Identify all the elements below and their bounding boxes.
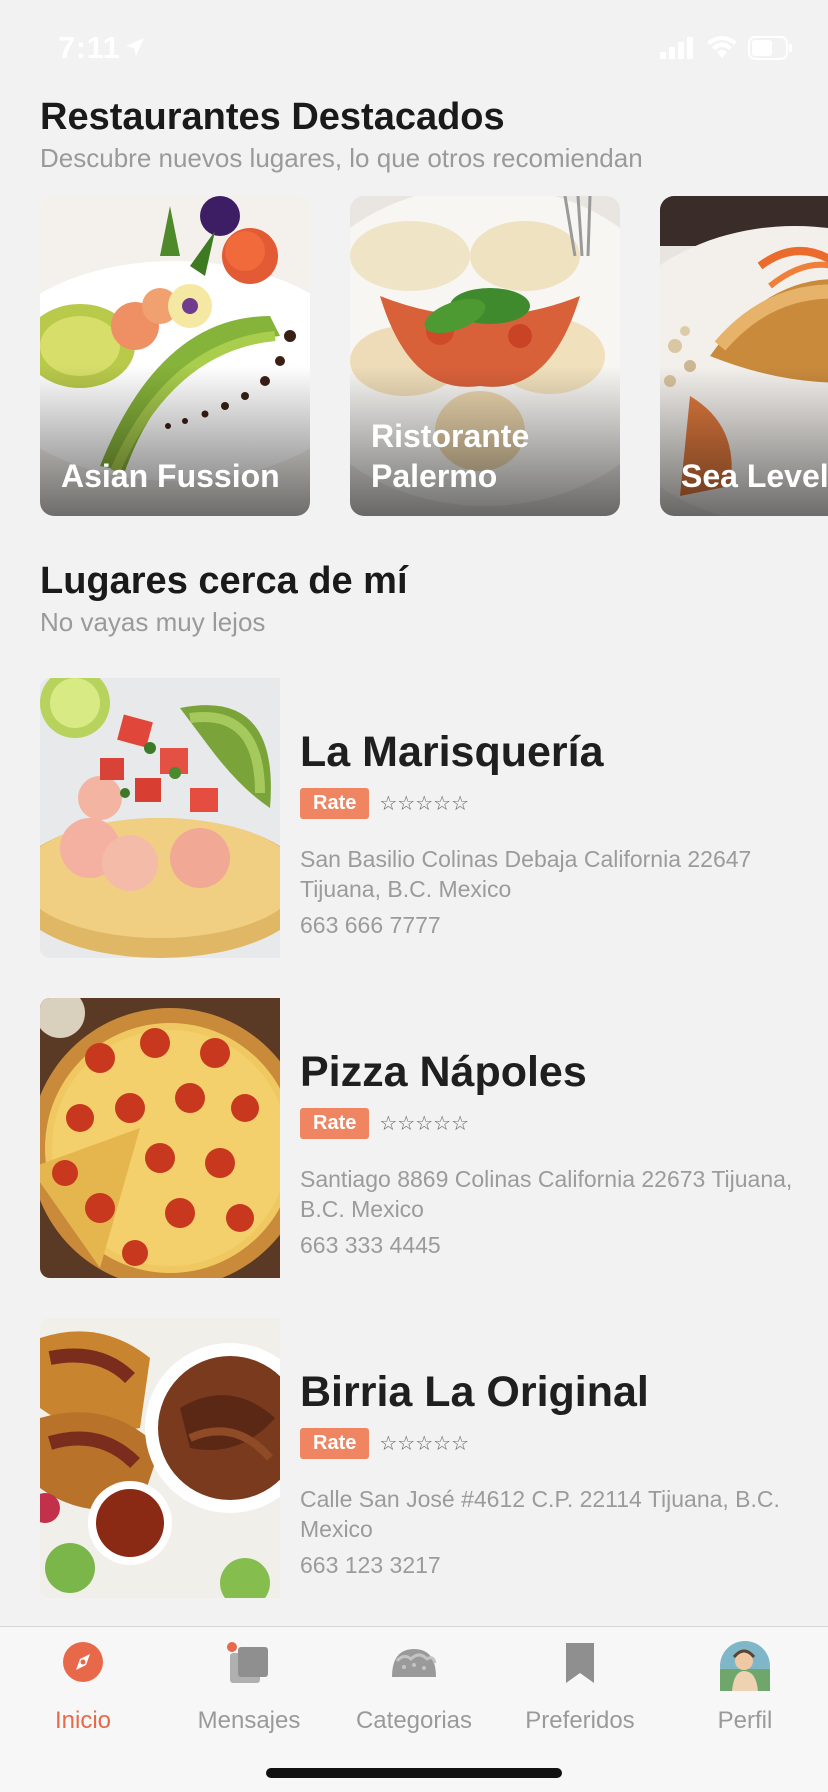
- tab-mensajes[interactable]: Mensajes: [166, 1627, 332, 1737]
- battery-icon: [748, 36, 792, 60]
- rating-row: Rate ☆☆☆☆☆: [300, 1428, 469, 1459]
- birria-photo: [40, 1318, 280, 1598]
- tab-label: Inicio: [54, 1707, 112, 1734]
- place-address: Santiago 8869 Colinas California 22673 T…: [300, 1166, 793, 1222]
- place-phone[interactable]: 663 123 3217: [300, 1552, 441, 1579]
- star-rating[interactable]: ☆☆☆☆☆: [379, 1111, 469, 1136]
- place-phone[interactable]: 663 333 4445: [300, 1232, 441, 1259]
- featured-title: Restaurantes Destacados: [40, 96, 505, 138]
- place-phone[interactable]: 663 666 7777: [300, 912, 441, 939]
- place-card-birria-la-original[interactable]: Birria La Original Rate ☆☆☆☆☆ Calle San …: [40, 1318, 828, 1598]
- featured-carousel[interactable]: Asian Fussion Ristorante Palermo Sea Lev…: [40, 196, 828, 516]
- nearby-subtitle: No vayas muy lejos: [40, 607, 266, 637]
- place-photo: [40, 678, 280, 958]
- featured-card-asian-fussion[interactable]: Asian Fussion: [40, 196, 310, 516]
- pizza-photo: [40, 998, 280, 1278]
- place-name: Birria La Original: [300, 1368, 649, 1416]
- bookmark-icon: [566, 1643, 594, 1683]
- rating-row: Rate ☆☆☆☆☆: [300, 1108, 469, 1139]
- avatar: [720, 1641, 770, 1691]
- tab-inicio[interactable]: Inicio: [0, 1627, 166, 1737]
- signal-icon: [660, 37, 693, 59]
- taco-icon: [392, 1649, 437, 1677]
- rating-row: Rate ☆☆☆☆☆: [300, 788, 469, 819]
- rate-button[interactable]: Rate: [300, 1108, 370, 1139]
- location-arrow-icon: [126, 38, 144, 56]
- tab-preferidos[interactable]: Preferidos: [497, 1627, 663, 1737]
- home-indicator[interactable]: [266, 1768, 562, 1778]
- place-address: San Basilio Colinas Debaja California 22…: [300, 846, 752, 902]
- place-card-la-marisqueria[interactable]: La Marisquería Rate ☆☆☆☆☆ San Basilio Co…: [40, 678, 828, 958]
- tab-categorias[interactable]: Categorias: [331, 1627, 497, 1737]
- featured-card-name: Ristorante Palermo: [371, 418, 530, 494]
- tab-label: Perfil: [717, 1707, 773, 1734]
- status-time: 7:11: [58, 30, 121, 65]
- compass-icon: [63, 1642, 103, 1682]
- tab-label: Preferidos: [525, 1707, 635, 1734]
- nearby-title: Lugares cerca de mí: [40, 560, 408, 602]
- tab-label: Categorias: [355, 1707, 473, 1734]
- wifi-icon: [707, 36, 737, 58]
- place-name: La Marisquería: [300, 728, 604, 776]
- star-rating[interactable]: ☆☆☆☆☆: [379, 791, 469, 816]
- rate-button[interactable]: Rate: [300, 1428, 370, 1459]
- tab-perfil[interactable]: Perfil: [662, 1627, 828, 1737]
- featured-subtitle: Descubre nuevos lugares, lo que otros re…: [40, 143, 643, 173]
- tostada-photo: [40, 678, 280, 958]
- tab-bar: Inicio Mensajes Categorias Preferidos Pe…: [0, 1626, 828, 1792]
- star-rating[interactable]: ☆☆☆☆☆: [379, 1431, 469, 1456]
- featured-card-name: Asian Fussion: [61, 458, 280, 494]
- place-photo: [40, 1318, 280, 1598]
- featured-card-ristorante-palermo[interactable]: Ristorante Palermo: [350, 196, 620, 516]
- messages-icon: [227, 1642, 268, 1683]
- tab-label: Mensajes: [197, 1707, 301, 1734]
- place-name: Pizza Nápoles: [300, 1048, 587, 1096]
- place-photo: [40, 998, 280, 1278]
- featured-card-name: Sea Level: [681, 458, 828, 494]
- featured-card-sea-level[interactable]: Sea Level: [660, 196, 828, 516]
- place-card-pizza-napoles[interactable]: Pizza Nápoles Rate ☆☆☆☆☆ Santiago 8869 C…: [40, 998, 828, 1278]
- place-address: Calle San José #4612 C.P. 22114 Tijuana,…: [300, 1486, 780, 1542]
- status-icons: [660, 36, 794, 60]
- status-bar: 7:11: [0, 0, 828, 100]
- rate-button[interactable]: Rate: [300, 788, 370, 819]
